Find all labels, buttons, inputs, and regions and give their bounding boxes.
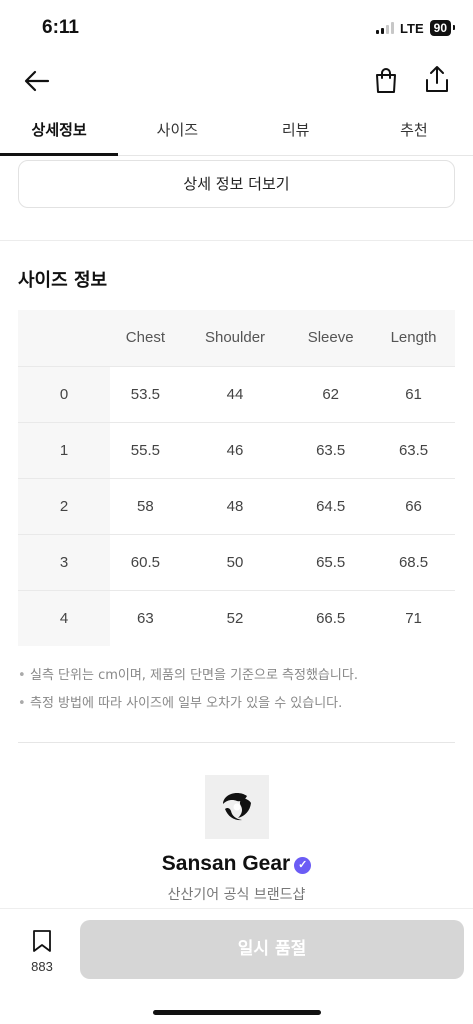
bottom-action-bar: 883 일시 품절: [0, 908, 473, 1024]
table-cell: 61: [372, 366, 455, 423]
table-cell: 63: [137, 609, 154, 627]
table-cell: 66: [372, 478, 455, 535]
table-cell: 63.5: [372, 422, 455, 479]
table-cell: 71: [405, 609, 422, 627]
battery-icon: 90: [429, 20, 456, 36]
table-corner-cell: [18, 310, 110, 367]
tab-size[interactable]: 사이즈: [118, 108, 236, 155]
table-cell: 44: [180, 366, 290, 423]
size-table: Chest Shoulder Sleeve Length 0 53.5 44 6…: [18, 310, 455, 646]
table-cell: 63.5: [289, 422, 373, 479]
tab-review[interactable]: 리뷰: [237, 108, 355, 155]
network-label: LTE: [400, 20, 424, 36]
table-cell: 53.5: [110, 366, 181, 423]
share-icon[interactable]: [423, 64, 451, 94]
column-header: Chest: [110, 310, 181, 367]
column-header: Shoulder: [180, 310, 290, 367]
table-cell: 52: [226, 609, 244, 627]
section-divider: [0, 240, 473, 241]
size-notes: 실측 단위는 cm이며, 제품의 단면을 기준으로 측정했습니다. 측정 방법에…: [18, 662, 455, 718]
table-cell: 58: [110, 478, 181, 535]
size-label: 2: [18, 478, 110, 535]
table-row: 4 63 52 66.5 71: [18, 590, 455, 646]
size-label: 3: [18, 534, 110, 591]
table-cell: 60.5: [110, 534, 181, 591]
table-cell: 68.5: [372, 534, 455, 591]
column-header: Length: [372, 310, 455, 367]
column-header: Sleeve: [289, 310, 373, 367]
tab-bar: 상세정보 사이즈 리뷰 추천: [0, 108, 473, 156]
table-cell: 62: [289, 366, 373, 423]
table-header-row: Chest Shoulder Sleeve Length: [18, 310, 455, 367]
size-note: 측정 방법에 따라 사이즈에 일부 오차가 있을 수 있습니다.: [18, 690, 455, 718]
tab-recommend[interactable]: 추천: [355, 108, 473, 155]
soldout-button[interactable]: 일시 품절: [80, 920, 464, 979]
brand-logo-icon: [223, 793, 251, 821]
bookmark-icon: [33, 930, 51, 952]
bookmark-count: 883: [31, 959, 53, 974]
brand-logo[interactable]: [205, 775, 269, 839]
tab-detail[interactable]: 상세정보: [0, 108, 119, 156]
table-row: 2 58 48 64.5 66: [18, 478, 455, 535]
status-time: 6:11: [42, 17, 79, 38]
table-cell: 46: [180, 422, 290, 479]
table-cell: 48: [180, 478, 290, 535]
detail-more-button[interactable]: 상세 정보 더보기: [18, 160, 455, 208]
arrow-left-icon[interactable]: [22, 66, 52, 96]
verified-badge-icon: ✓: [294, 857, 312, 874]
bookmark-button[interactable]: 883: [22, 929, 62, 974]
table-cell: 64.5: [289, 478, 373, 535]
size-label: 4: [18, 590, 110, 646]
table-cell: 50: [180, 534, 290, 591]
nav-bar: [0, 56, 473, 106]
shopping-bag-icon[interactable]: [372, 66, 400, 94]
size-label: 0: [18, 366, 110, 423]
status-bar: 6:11 LTE 90: [0, 0, 473, 56]
size-section-title: 사이즈 정보: [18, 270, 108, 291]
size-label: 1: [18, 422, 110, 479]
size-note: 실측 단위는 cm이며, 제품의 단면을 기준으로 측정했습니다.: [18, 662, 455, 690]
table-cell: 66.5: [316, 609, 346, 627]
table-row: 1 55.5 46 63.5 63.5: [18, 422, 455, 479]
table-cell: 55.5: [110, 422, 181, 479]
brand-name[interactable]: Sansan Gear ✓: [0, 852, 473, 876]
table-row: 0 53.5 44 62 61: [18, 366, 455, 423]
table-row: 3 60.5 50 65.5 68.5: [18, 534, 455, 591]
signal-icon: [376, 22, 395, 34]
table-cell: 65.5: [289, 534, 373, 591]
home-indicator: [153, 1010, 321, 1015]
brand-description: 산산기어 공식 브랜드샵: [167, 887, 306, 903]
section-divider: [18, 742, 455, 743]
status-indicators: LTE 90: [376, 20, 456, 36]
brand-name-text: Sansan Gear: [161, 852, 291, 875]
